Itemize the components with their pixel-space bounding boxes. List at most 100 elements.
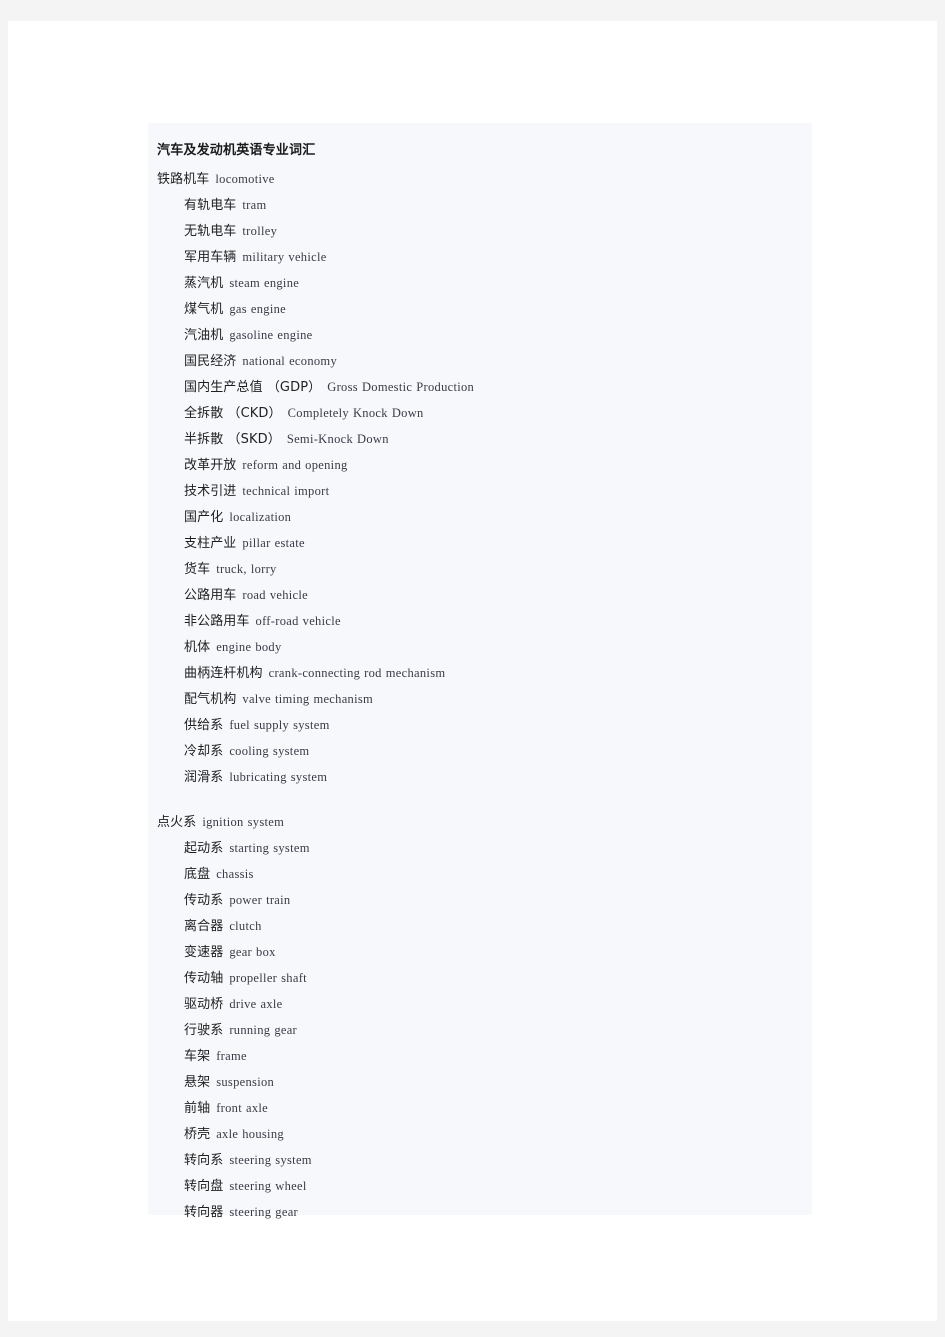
glossary-term-row: 货车 truck, lorry bbox=[148, 556, 812, 582]
glossary-term-row: 冷却系 cooling system bbox=[148, 738, 812, 764]
term-english: suspension bbox=[216, 1075, 275, 1089]
term-english: military vehicle bbox=[242, 250, 327, 264]
term-english: technical import bbox=[242, 484, 330, 498]
glossary-term-row: 支柱产业 pillar estate bbox=[148, 530, 812, 556]
term-chinese: 国民经济 bbox=[184, 354, 237, 369]
term-english: cooling system bbox=[229, 744, 310, 758]
term-english: trolley bbox=[242, 224, 278, 238]
term-english: localization bbox=[229, 510, 292, 524]
glossary-term-row: 供给系 fuel supply system bbox=[148, 712, 812, 738]
term-english: gas engine bbox=[229, 302, 287, 316]
term-chinese: 支柱产业 bbox=[184, 536, 237, 551]
term-chinese: 配气机构 bbox=[184, 692, 237, 707]
term-chinese: 传动轴 bbox=[184, 971, 224, 986]
glossary-term-row: 曲柄连杆机构 crank-connecting rod mechanism bbox=[148, 660, 812, 686]
term-english: road vehicle bbox=[242, 588, 309, 602]
document-page: 汽车及发动机英语专业词汇 铁路机车 locomotive 有轨电车 tram 无轨电车 t… bbox=[8, 21, 937, 1321]
glossary-term-row: 起动系 starting system bbox=[148, 835, 812, 861]
glossary-term-row: 桥壳 axle housing bbox=[148, 1121, 812, 1147]
term-english: truck, lorry bbox=[216, 562, 277, 576]
term-chinese: 煤气机 bbox=[184, 302, 224, 317]
glossary-term-row: 配气机构 valve timing mechanism bbox=[148, 686, 812, 712]
glossary-term-row: 前轴 front axle bbox=[148, 1095, 812, 1121]
term-chinese: 非公路用车 bbox=[184, 614, 250, 629]
term-english: off-road vehicle bbox=[255, 614, 341, 628]
glossary-term-row: 变速器 gear box bbox=[148, 939, 812, 965]
term-english: Completely Knock Down bbox=[287, 406, 424, 420]
glossary-term-row: 铁路机车 locomotive bbox=[148, 166, 812, 192]
term-chinese: 有轨电车 bbox=[184, 198, 237, 213]
term-english: ignition system bbox=[202, 815, 285, 829]
glossary-term-row: 无轨电车 trolley bbox=[148, 218, 812, 244]
term-english: fuel supply system bbox=[229, 718, 330, 732]
term-chinese: 起动系 bbox=[184, 841, 224, 856]
term-chinese: 变速器 bbox=[184, 945, 224, 960]
term-english: chassis bbox=[216, 867, 254, 881]
page-title: 汽车及发动机英语专业词汇 bbox=[157, 143, 316, 158]
glossary-term-row: 有轨电车 tram bbox=[148, 192, 812, 218]
term-chinese: 国产化 bbox=[184, 510, 224, 525]
glossary-content-block[interactable]: 汽车及发动机英语专业词汇 铁路机车 locomotive 有轨电车 tram 无轨电车 t… bbox=[148, 123, 812, 1220]
term-chinese: 全拆散 （CKD） bbox=[184, 406, 282, 421]
term-english: valve timing mechanism bbox=[242, 692, 374, 706]
term-chinese: 桥壳 bbox=[184, 1127, 211, 1142]
term-english: front axle bbox=[216, 1101, 269, 1115]
glossary-term-row: 国产化 localization bbox=[148, 504, 812, 530]
term-english: steam engine bbox=[229, 276, 300, 290]
term-chinese: 曲柄连杆机构 bbox=[184, 666, 263, 681]
term-chinese: 点火系 bbox=[157, 815, 197, 830]
term-english: gear box bbox=[229, 945, 276, 959]
glossary-term-row: 汽油机 gasoline engine bbox=[148, 322, 812, 348]
term-chinese: 驱动桥 bbox=[184, 997, 224, 1012]
term-english: frame bbox=[216, 1049, 247, 1063]
term-chinese: 车架 bbox=[184, 1049, 211, 1064]
glossary-term-row: 转向系 steering system bbox=[148, 1147, 812, 1173]
glossary-term-row: 机体 engine body bbox=[148, 634, 812, 660]
glossary-term-row: 点火系 ignition system bbox=[148, 809, 812, 835]
term-english: axle housing bbox=[216, 1127, 284, 1141]
glossary-term-row: 悬架 suspension bbox=[148, 1069, 812, 1095]
term-english: clutch bbox=[229, 919, 262, 933]
term-chinese: 机体 bbox=[184, 640, 211, 655]
glossary-term-row: 润滑系 lubricating system bbox=[148, 764, 812, 790]
term-english: steering wheel bbox=[229, 1179, 307, 1193]
glossary-term-row: 底盘 chassis bbox=[148, 861, 812, 887]
term-english: pillar estate bbox=[242, 536, 305, 550]
term-chinese: 无轨电车 bbox=[184, 224, 237, 239]
glossary-term-row: 传动轴 propeller shaft bbox=[148, 965, 812, 991]
term-chinese: 国内生产总值 （GDP） bbox=[184, 380, 322, 395]
glossary-term-row: 传动系 power train bbox=[148, 887, 812, 913]
term-english: drive axle bbox=[229, 997, 283, 1011]
term-english: starting system bbox=[229, 841, 310, 855]
term-chinese: 铁路机车 bbox=[157, 172, 210, 187]
glossary-term-row: 驱动桥 drive axle bbox=[148, 991, 812, 1017]
glossary-term-row: 煤气机 gas engine bbox=[148, 296, 812, 322]
glossary-term-row: 公路用车 road vehicle bbox=[148, 582, 812, 608]
glossary-term-row: 半拆散 （SKD） Semi-Knock Down bbox=[148, 426, 812, 452]
glossary-term-row: 车架 frame bbox=[148, 1043, 812, 1069]
term-chinese: 公路用车 bbox=[184, 588, 237, 603]
term-english: steering system bbox=[229, 1153, 312, 1167]
glossary-term-row: 转向器 steering gear bbox=[148, 1199, 812, 1225]
glossary-term-row: 行驶系 running gear bbox=[148, 1017, 812, 1043]
term-english: Gross Domestic Production bbox=[327, 380, 475, 394]
term-chinese: 行驶系 bbox=[184, 1023, 224, 1038]
glossary-term-row: 国内生产总值 （GDP） Gross Domestic Production bbox=[148, 374, 812, 400]
term-english: engine body bbox=[216, 640, 282, 654]
term-chinese: 传动系 bbox=[184, 893, 224, 908]
term-english: national economy bbox=[242, 354, 337, 368]
term-chinese: 改革开放 bbox=[184, 458, 237, 473]
term-chinese: 半拆散 （SKD） bbox=[184, 432, 281, 447]
glossary-term-row: 技术引进 technical import bbox=[148, 478, 812, 504]
term-chinese: 货车 bbox=[184, 562, 211, 577]
term-english: propeller shaft bbox=[229, 971, 307, 985]
glossary-term-row: 全拆散 （CKD） Completely Knock Down bbox=[148, 400, 812, 426]
term-english: locomotive bbox=[215, 172, 275, 186]
term-english: steering gear bbox=[229, 1205, 299, 1219]
term-chinese: 供给系 bbox=[184, 718, 224, 733]
glossary-term-row: 国民经济 national economy bbox=[148, 348, 812, 374]
term-english: tram bbox=[242, 198, 267, 212]
term-chinese: 底盘 bbox=[184, 867, 211, 882]
term-chinese: 悬架 bbox=[184, 1075, 211, 1090]
term-chinese: 转向系 bbox=[184, 1153, 224, 1168]
